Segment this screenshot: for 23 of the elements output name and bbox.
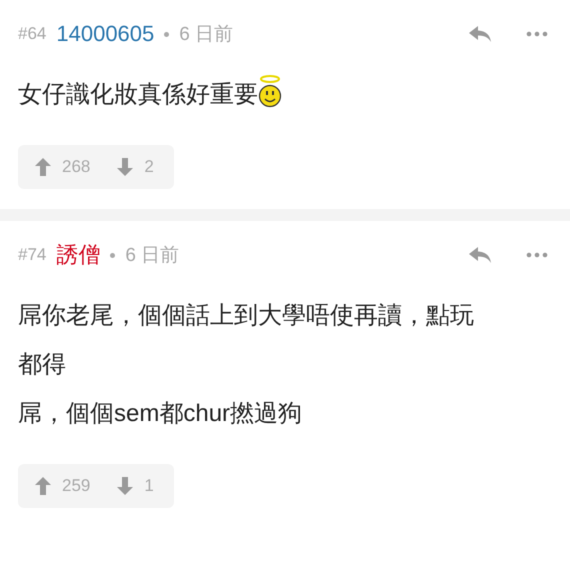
down-arrow-icon bbox=[116, 476, 134, 496]
post-text: 屌你老尾，個個話上到大學唔使再讀，點玩 都得 屌，個個sem都chur撚過狗 bbox=[18, 301, 474, 429]
username[interactable]: 誘僧 bbox=[56, 240, 100, 270]
post-number: #64 bbox=[18, 24, 46, 44]
reply-icon[interactable] bbox=[468, 24, 492, 44]
upvote-button[interactable]: 268 bbox=[34, 157, 90, 177]
reply-icon[interactable] bbox=[468, 245, 492, 265]
up-arrow-icon bbox=[34, 157, 52, 177]
username[interactable]: 14000605 bbox=[56, 21, 154, 47]
post-time: 6 日前 bbox=[125, 244, 180, 268]
post-text: 女仔識化妝真係好重要 bbox=[18, 80, 258, 110]
down-arrow-icon bbox=[116, 157, 134, 177]
angel-smiley-icon bbox=[258, 75, 282, 109]
upvote-button[interactable]: 259 bbox=[34, 476, 90, 496]
post-number: #74 bbox=[18, 245, 46, 265]
more-icon[interactable] bbox=[526, 31, 548, 37]
downvote-button[interactable]: 1 bbox=[116, 476, 154, 496]
post-time: 6 日前 bbox=[179, 23, 234, 47]
separator-dot-icon bbox=[110, 252, 116, 258]
downvote-button[interactable]: 2 bbox=[116, 157, 154, 177]
more-icon[interactable] bbox=[526, 252, 548, 258]
separator-dot-icon bbox=[164, 32, 170, 36]
up-arrow-icon bbox=[34, 476, 52, 496]
